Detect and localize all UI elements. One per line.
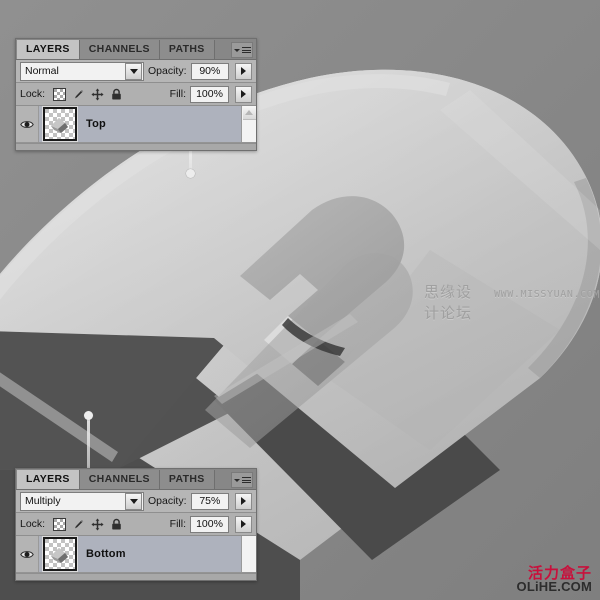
- layer-list-scrollbar[interactable]: [241, 106, 256, 142]
- lock-label: Lock:: [20, 88, 46, 100]
- tab-channels[interactable]: CHANNELS: [79, 40, 160, 59]
- panel-footer: [16, 573, 256, 580]
- tab-layers[interactable]: LAYERS: [17, 470, 80, 489]
- triangle-icon: [233, 48, 240, 52]
- blend-mode-value: Normal: [25, 65, 59, 77]
- layer-row[interactable]: Bottom: [16, 536, 256, 573]
- layer-visibility-toggle[interactable]: [16, 106, 39, 142]
- opacity-input[interactable]: 90%: [190, 62, 230, 80]
- opacity-label: Opacity:: [148, 65, 187, 77]
- layer-name: Top: [86, 118, 106, 130]
- tab-channels[interactable]: CHANNELS: [79, 470, 160, 489]
- fill-label: Fill:: [169, 88, 186, 100]
- panel-footer: [16, 143, 256, 150]
- opacity-slider-arrow-icon[interactable]: [235, 62, 252, 80]
- lock-position-icon[interactable]: [91, 517, 104, 531]
- opacity-slider-arrow-icon[interactable]: [235, 492, 252, 510]
- lock-transparency-icon[interactable]: [53, 87, 67, 101]
- lock-all-icon[interactable]: [110, 88, 123, 101]
- blend-mode-value: Multiply: [25, 495, 61, 507]
- panel-menu-icon[interactable]: [231, 472, 253, 488]
- blend-mode-select[interactable]: Normal: [20, 61, 144, 81]
- eye-icon: [20, 120, 34, 128]
- site-logo: 活力盒子 OLiHE.COM: [516, 565, 592, 595]
- layer-visibility-toggle[interactable]: [16, 536, 39, 572]
- lock-all-icon[interactable]: [110, 518, 123, 531]
- lock-icon-group: [53, 87, 123, 101]
- eye-icon: [20, 550, 34, 558]
- lock-row: Lock: Fill: 100%: [16, 83, 256, 106]
- layer-list: Top: [16, 106, 256, 143]
- chevron-down-icon[interactable]: [125, 62, 142, 80]
- hamburger-icon: [241, 477, 251, 483]
- opacity-label: Opacity:: [148, 495, 187, 507]
- opacity-input[interactable]: 75%: [190, 492, 230, 510]
- layer-list: Bottom: [16, 536, 256, 573]
- hamburger-icon: [241, 47, 251, 53]
- blend-mode-row: Normal Opacity: 90%: [16, 60, 256, 83]
- fill-input[interactable]: 100%: [190, 515, 229, 533]
- layer-list-scrollbar[interactable]: [241, 536, 256, 572]
- chevron-down-icon[interactable]: [125, 492, 142, 510]
- layers-panel-top[interactable]: LAYERS CHANNELS PATHS Normal Opacity: 90…: [15, 38, 257, 151]
- panel-menu-icon[interactable]: [231, 42, 253, 58]
- blend-mode-select[interactable]: Multiply: [20, 491, 144, 511]
- triangle-icon: [233, 478, 240, 482]
- tab-layers[interactable]: LAYERS: [17, 40, 80, 59]
- screenshot-stage: 思缘设计论坛 WWW.MISSYUAN.COM 活力盒子 OLiHE.COM L…: [0, 0, 600, 600]
- lock-image-pixels-icon[interactable]: [72, 88, 85, 101]
- scroll-up-icon[interactable]: [242, 106, 256, 120]
- lock-transparency-icon[interactable]: [53, 517, 67, 531]
- blend-mode-row: Multiply Opacity: 75%: [16, 490, 256, 513]
- lock-image-pixels-icon[interactable]: [72, 518, 85, 531]
- layer-thumbnail[interactable]: [43, 107, 77, 141]
- lock-icon-group: [53, 517, 123, 531]
- logo-url-text: OLiHE.COM: [516, 579, 592, 595]
- fill-input[interactable]: 100%: [190, 85, 229, 103]
- layer-thumbnail[interactable]: [43, 537, 77, 571]
- fill-slider-arrow-icon[interactable]: [235, 85, 252, 103]
- layer-name: Bottom: [86, 548, 126, 560]
- tab-paths[interactable]: PATHS: [159, 40, 215, 59]
- layers-panel-bottom[interactable]: LAYERS CHANNELS PATHS Multiply Opacity: …: [15, 468, 257, 581]
- lock-position-icon[interactable]: [91, 87, 104, 101]
- layer-row[interactable]: Top: [16, 106, 256, 143]
- lock-row: Lock: Fill: 100%: [16, 513, 256, 536]
- fill-slider-arrow-icon[interactable]: [235, 515, 252, 533]
- panel-tabstrip: LAYERS CHANNELS PATHS: [16, 469, 256, 490]
- panel-tabstrip: LAYERS CHANNELS PATHS: [16, 39, 256, 60]
- fill-label: Fill:: [169, 518, 186, 530]
- tab-paths[interactable]: PATHS: [159, 470, 215, 489]
- lock-label: Lock:: [20, 518, 46, 530]
